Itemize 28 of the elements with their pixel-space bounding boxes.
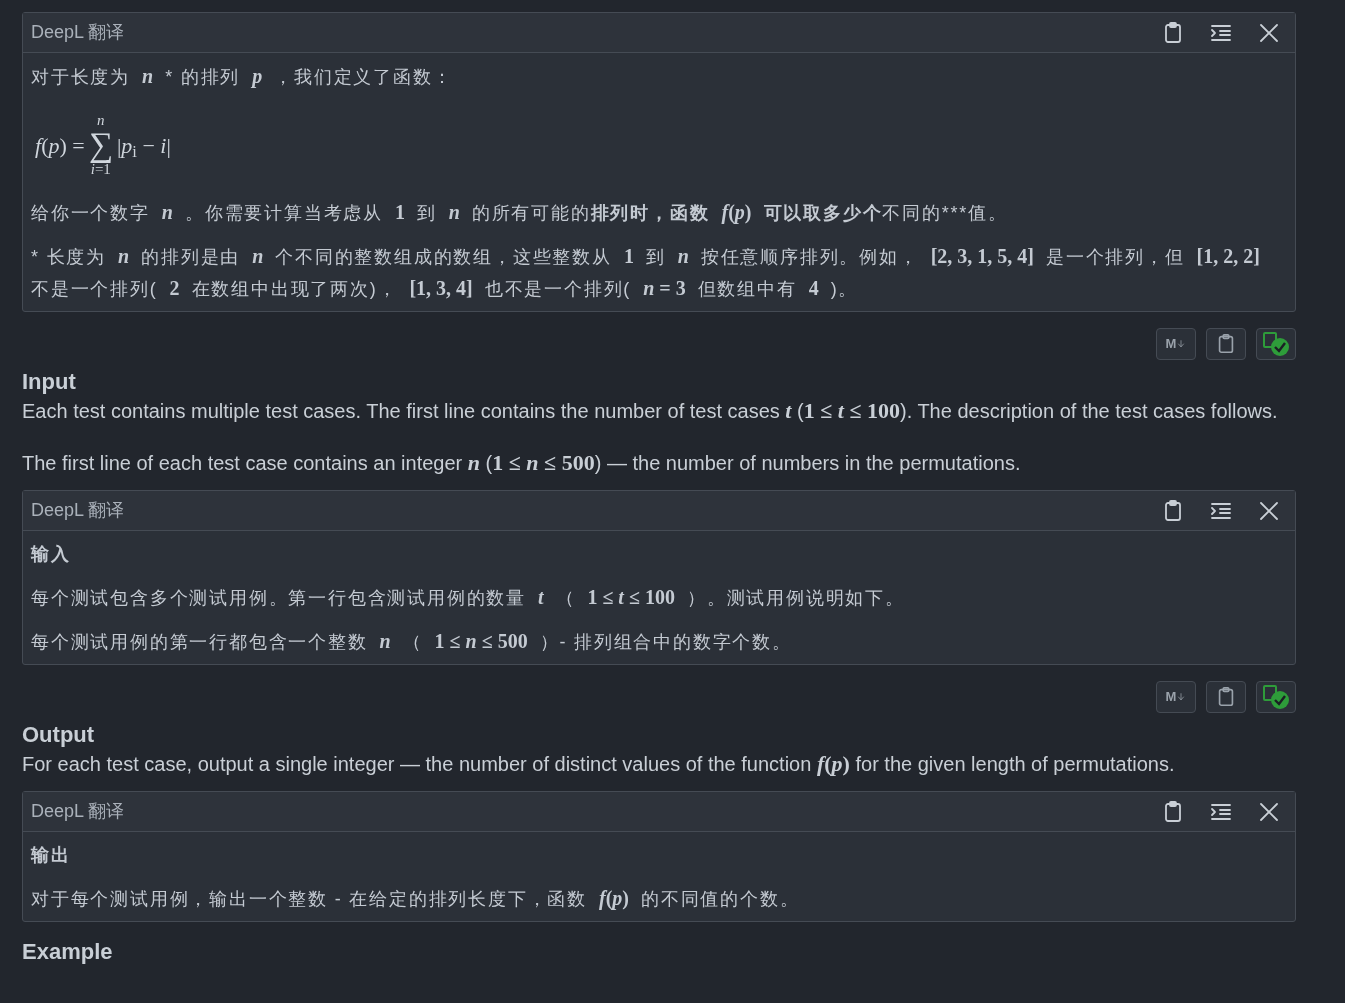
paragraph: Each test contains multiple test cases. The first line contains the number of test cases t (1 ≤ t ≤ 100). The description of the test cases follows.: [22, 397, 1279, 425]
section-heading: Output: [22, 721, 96, 749]
paragraph: The first line of each test case contains an integer n (1 ≤ n ≤ 500) — the number of numbers in the permutations.: [22, 449, 1022, 477]
translate-button[interactable]: [1256, 328, 1296, 360]
down-arrow-icon: [1176, 691, 1187, 703]
panel-title: DeepL 翻译: [31, 800, 125, 823]
paragraph: 对于每个测试用例，输出一个整数 - 在给定的排列长度下，函数 f(p) 的不同值的个数。: [31, 886, 801, 912]
section-heading: Example: [22, 938, 114, 966]
markdown-button[interactable]: M: [1156, 328, 1196, 360]
paragraph: 给你一个数字 n 。你需要计算当考虑从 1 到 n 的所有可能的排列时，函数 f(p) 可以取多少个不同的***值。: [31, 200, 1009, 226]
formula: f(p) = n ∑ i=1 |p$_{i}$ − i|: [35, 113, 171, 177]
section-heading: Input: [22, 368, 77, 396]
paragraph: 输出: [31, 844, 72, 867]
down-arrow-icon: [1176, 338, 1187, 350]
copy-button[interactable]: [1206, 328, 1246, 360]
panel-title: DeepL 翻译: [31, 499, 125, 522]
panel-title: DeepL 翻译: [31, 21, 125, 44]
translated-check-icon: [1262, 331, 1290, 357]
translated-check-icon: [1262, 684, 1290, 710]
paragraph: 每个测试用例的第一行都包含一个整数 n （ 1 ≤ n ≤ 500 ）- 排列组合中的数字个数。: [31, 629, 793, 654]
paragraph: * 长度为 n 的排列是由 n 个不同的整数组成的数组，这些整数从 1 到 n 按任意顺序排列。例如， [2, 3, 1, 5, 4] 是一个排列，但 [1, 2, 2] 不是一个排列( 2 在数组中出现了两次)， [1, 3, 4] 也不是一个排列( n = 3 但数组中有 4 )。: [31, 244, 1261, 301]
translate-button[interactable]: [1256, 681, 1296, 713]
copy-button[interactable]: [1206, 681, 1246, 713]
paragraph: For each test case, output a single integer — the number of distinct values of the function f(p) for the given length of permutations.: [22, 750, 1176, 778]
paragraph: 对于长度为 n * 的排列 p ，我们定义了函数：: [31, 64, 454, 90]
markdown-button[interactable]: M: [1156, 681, 1196, 713]
paragraph: 每个测试包含多个测试用例。第一行包含测试用例的数量 t （ 1 ≤ t ≤ 100 ）。测试用例说明如下。: [31, 585, 906, 610]
paragraph: 输入: [31, 543, 72, 566]
